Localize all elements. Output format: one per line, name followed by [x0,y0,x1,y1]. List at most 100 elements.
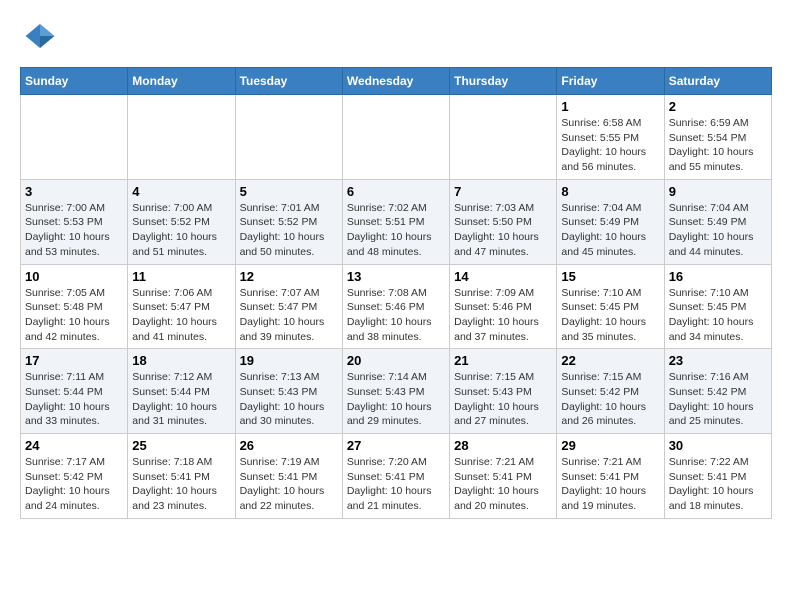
calendar-day-cell: 8Sunrise: 7:04 AM Sunset: 5:49 PM Daylig… [557,179,664,264]
day-info: Sunrise: 7:04 AM Sunset: 5:49 PM Dayligh… [669,201,767,260]
calendar-week-row: 3 Sunrise: 7:00 AM Sunset: 5:53 PM Daylig… [21,179,772,264]
calendar-day-cell: 4 Sunrise: 7:00 AM Sunset: 5:52 PM Daylig… [128,179,235,264]
calendar-day-cell: 3 Sunrise: 7:00 AM Sunset: 5:53 PM Daylig… [21,179,128,264]
day-number: 26 [240,438,338,453]
calendar-week-row: 17 Sunrise: 7:11 AM Sunset: 5:44 PM Dayli… [21,349,772,434]
day-info: Sunrise: 7:08 AM Sunset: 5:46 PM Dayligh… [347,286,445,345]
calendar-day-cell: 1 Sunrise: 6:58 AM Sunset: 5:55 PM Daylig… [557,95,664,180]
day-number: 16 [669,269,767,284]
weekday-header-cell: Wednesday [342,68,449,95]
calendar-day-cell: 28Sunrise: 7:21 AM Sunset: 5:41 PM Dayli… [450,434,557,519]
day-number: 25 [132,438,230,453]
day-number: 12 [240,269,338,284]
day-number: 3 [25,184,123,199]
calendar-day-cell: 22 Sunrise: 7:15 AM Sunset: 5:42 PM Dayli… [557,349,664,434]
day-number: 4 [132,184,230,199]
weekday-header-cell: Tuesday [235,68,342,95]
calendar-week-row: 10 Sunrise: 7:05 AM Sunset: 5:48 PM Dayli… [21,264,772,349]
weekday-header-cell: Friday [557,68,664,95]
day-number: 20 [347,353,445,368]
calendar-day-cell: 21 Sunrise: 7:15 AM Sunset: 5:43 PM Dayli… [450,349,557,434]
logo [20,20,56,57]
calendar-day-cell: 30 Sunrise: 7:22 AM Sunset: 5:41 PM Dayli… [664,434,771,519]
calendar-day-cell: 15 Sunrise: 7:10 AM Sunset: 5:45 PM Dayli… [557,264,664,349]
calendar-day-cell: 9Sunrise: 7:04 AM Sunset: 5:49 PM Daylig… [664,179,771,264]
day-info: Sunrise: 7:10 AM Sunset: 5:45 PM Dayligh… [669,286,767,345]
day-number: 5 [240,184,338,199]
calendar-day-cell: 13 Sunrise: 7:08 AM Sunset: 5:46 PM Dayli… [342,264,449,349]
day-info: Sunrise: 6:59 AM Sunset: 5:54 PM Dayligh… [669,116,767,175]
day-info: Sunrise: 7:11 AM Sunset: 5:44 PM Dayligh… [25,370,123,429]
calendar-day-cell: 19 Sunrise: 7:13 AM Sunset: 5:43 PM Dayli… [235,349,342,434]
day-info: Sunrise: 7:00 AM Sunset: 5:53 PM Dayligh… [25,201,123,260]
calendar-day-cell [235,95,342,180]
weekday-header-row: SundayMondayTuesdayWednesdayThursdayFrid… [21,68,772,95]
calendar-day-cell: 16 Sunrise: 7:10 AM Sunset: 5:45 PM Dayli… [664,264,771,349]
day-number: 24 [25,438,123,453]
day-number: 19 [240,353,338,368]
weekday-header-cell: Sunday [21,68,128,95]
calendar-day-cell: 26 Sunrise: 7:19 AM Sunset: 5:41 PM Dayli… [235,434,342,519]
day-info: Sunrise: 7:22 AM Sunset: 5:41 PM Dayligh… [669,455,767,514]
day-info: Sunrise: 7:01 AM Sunset: 5:52 PM Dayligh… [240,201,338,260]
calendar-week-row: 1 Sunrise: 6:58 AM Sunset: 5:55 PM Daylig… [21,95,772,180]
weekday-header-cell: Monday [128,68,235,95]
day-number: 10 [25,269,123,284]
calendar-body: 1 Sunrise: 6:58 AM Sunset: 5:55 PM Daylig… [21,95,772,519]
day-number: 22 [561,353,659,368]
calendar-day-cell: 11Sunrise: 7:06 AM Sunset: 5:47 PM Dayli… [128,264,235,349]
calendar-day-cell [21,95,128,180]
day-info: Sunrise: 7:12 AM Sunset: 5:44 PM Dayligh… [132,370,230,429]
day-number: 13 [347,269,445,284]
day-info: Sunrise: 7:15 AM Sunset: 5:42 PM Dayligh… [561,370,659,429]
page-header [20,20,772,57]
day-info: Sunrise: 7:05 AM Sunset: 5:48 PM Dayligh… [25,286,123,345]
day-number: 1 [561,99,659,114]
day-info: Sunrise: 7:20 AM Sunset: 5:41 PM Dayligh… [347,455,445,514]
day-number: 8 [561,184,659,199]
day-number: 6 [347,184,445,199]
day-info: Sunrise: 7:02 AM Sunset: 5:51 PM Dayligh… [347,201,445,260]
day-number: 18 [132,353,230,368]
day-info: Sunrise: 7:19 AM Sunset: 5:41 PM Dayligh… [240,455,338,514]
day-info: Sunrise: 7:18 AM Sunset: 5:41 PM Dayligh… [132,455,230,514]
calendar-header: SundayMondayTuesdayWednesdayThursdayFrid… [21,68,772,95]
day-number: 21 [454,353,552,368]
calendar-day-cell [342,95,449,180]
day-info: Sunrise: 7:09 AM Sunset: 5:46 PM Dayligh… [454,286,552,345]
day-number: 15 [561,269,659,284]
calendar-day-cell: 7Sunrise: 7:03 AM Sunset: 5:50 PM Daylig… [450,179,557,264]
day-info: Sunrise: 7:15 AM Sunset: 5:43 PM Dayligh… [454,370,552,429]
calendar-day-cell [450,95,557,180]
calendar-day-cell: 14 Sunrise: 7:09 AM Sunset: 5:46 PM Dayli… [450,264,557,349]
day-number: 29 [561,438,659,453]
calendar-table: SundayMondayTuesdayWednesdayThursdayFrid… [20,67,772,519]
day-info: Sunrise: 7:14 AM Sunset: 5:43 PM Dayligh… [347,370,445,429]
day-info: Sunrise: 7:13 AM Sunset: 5:43 PM Dayligh… [240,370,338,429]
logo-icon [24,20,56,52]
day-info: Sunrise: 7:17 AM Sunset: 5:42 PM Dayligh… [25,455,123,514]
day-info: Sunrise: 7:10 AM Sunset: 5:45 PM Dayligh… [561,286,659,345]
day-info: Sunrise: 7:07 AM Sunset: 5:47 PM Dayligh… [240,286,338,345]
day-info: Sunrise: 7:06 AM Sunset: 5:47 PM Dayligh… [132,286,230,345]
day-number: 30 [669,438,767,453]
day-info: Sunrise: 7:16 AM Sunset: 5:42 PM Dayligh… [669,370,767,429]
calendar-day-cell [128,95,235,180]
day-info: Sunrise: 7:03 AM Sunset: 5:50 PM Dayligh… [454,201,552,260]
day-number: 14 [454,269,552,284]
calendar-day-cell: 10 Sunrise: 7:05 AM Sunset: 5:48 PM Dayli… [21,264,128,349]
day-number: 17 [25,353,123,368]
day-info: Sunrise: 7:21 AM Sunset: 5:41 PM Dayligh… [561,455,659,514]
day-number: 2 [669,99,767,114]
calendar-day-cell: 12 Sunrise: 7:07 AM Sunset: 5:47 PM Dayli… [235,264,342,349]
calendar-day-cell: 23 Sunrise: 7:16 AM Sunset: 5:42 PM Dayli… [664,349,771,434]
calendar-day-cell: 29 Sunrise: 7:21 AM Sunset: 5:41 PM Dayli… [557,434,664,519]
calendar-day-cell: 2 Sunrise: 6:59 AM Sunset: 5:54 PM Daylig… [664,95,771,180]
calendar-day-cell: 27Sunrise: 7:20 AM Sunset: 5:41 PM Dayli… [342,434,449,519]
calendar-day-cell: 6 Sunrise: 7:02 AM Sunset: 5:51 PM Daylig… [342,179,449,264]
day-info: Sunrise: 7:00 AM Sunset: 5:52 PM Dayligh… [132,201,230,260]
weekday-header-cell: Saturday [664,68,771,95]
day-info: Sunrise: 6:58 AM Sunset: 5:55 PM Dayligh… [561,116,659,175]
day-number: 23 [669,353,767,368]
calendar-week-row: 24 Sunrise: 7:17 AM Sunset: 5:42 PM Dayli… [21,434,772,519]
